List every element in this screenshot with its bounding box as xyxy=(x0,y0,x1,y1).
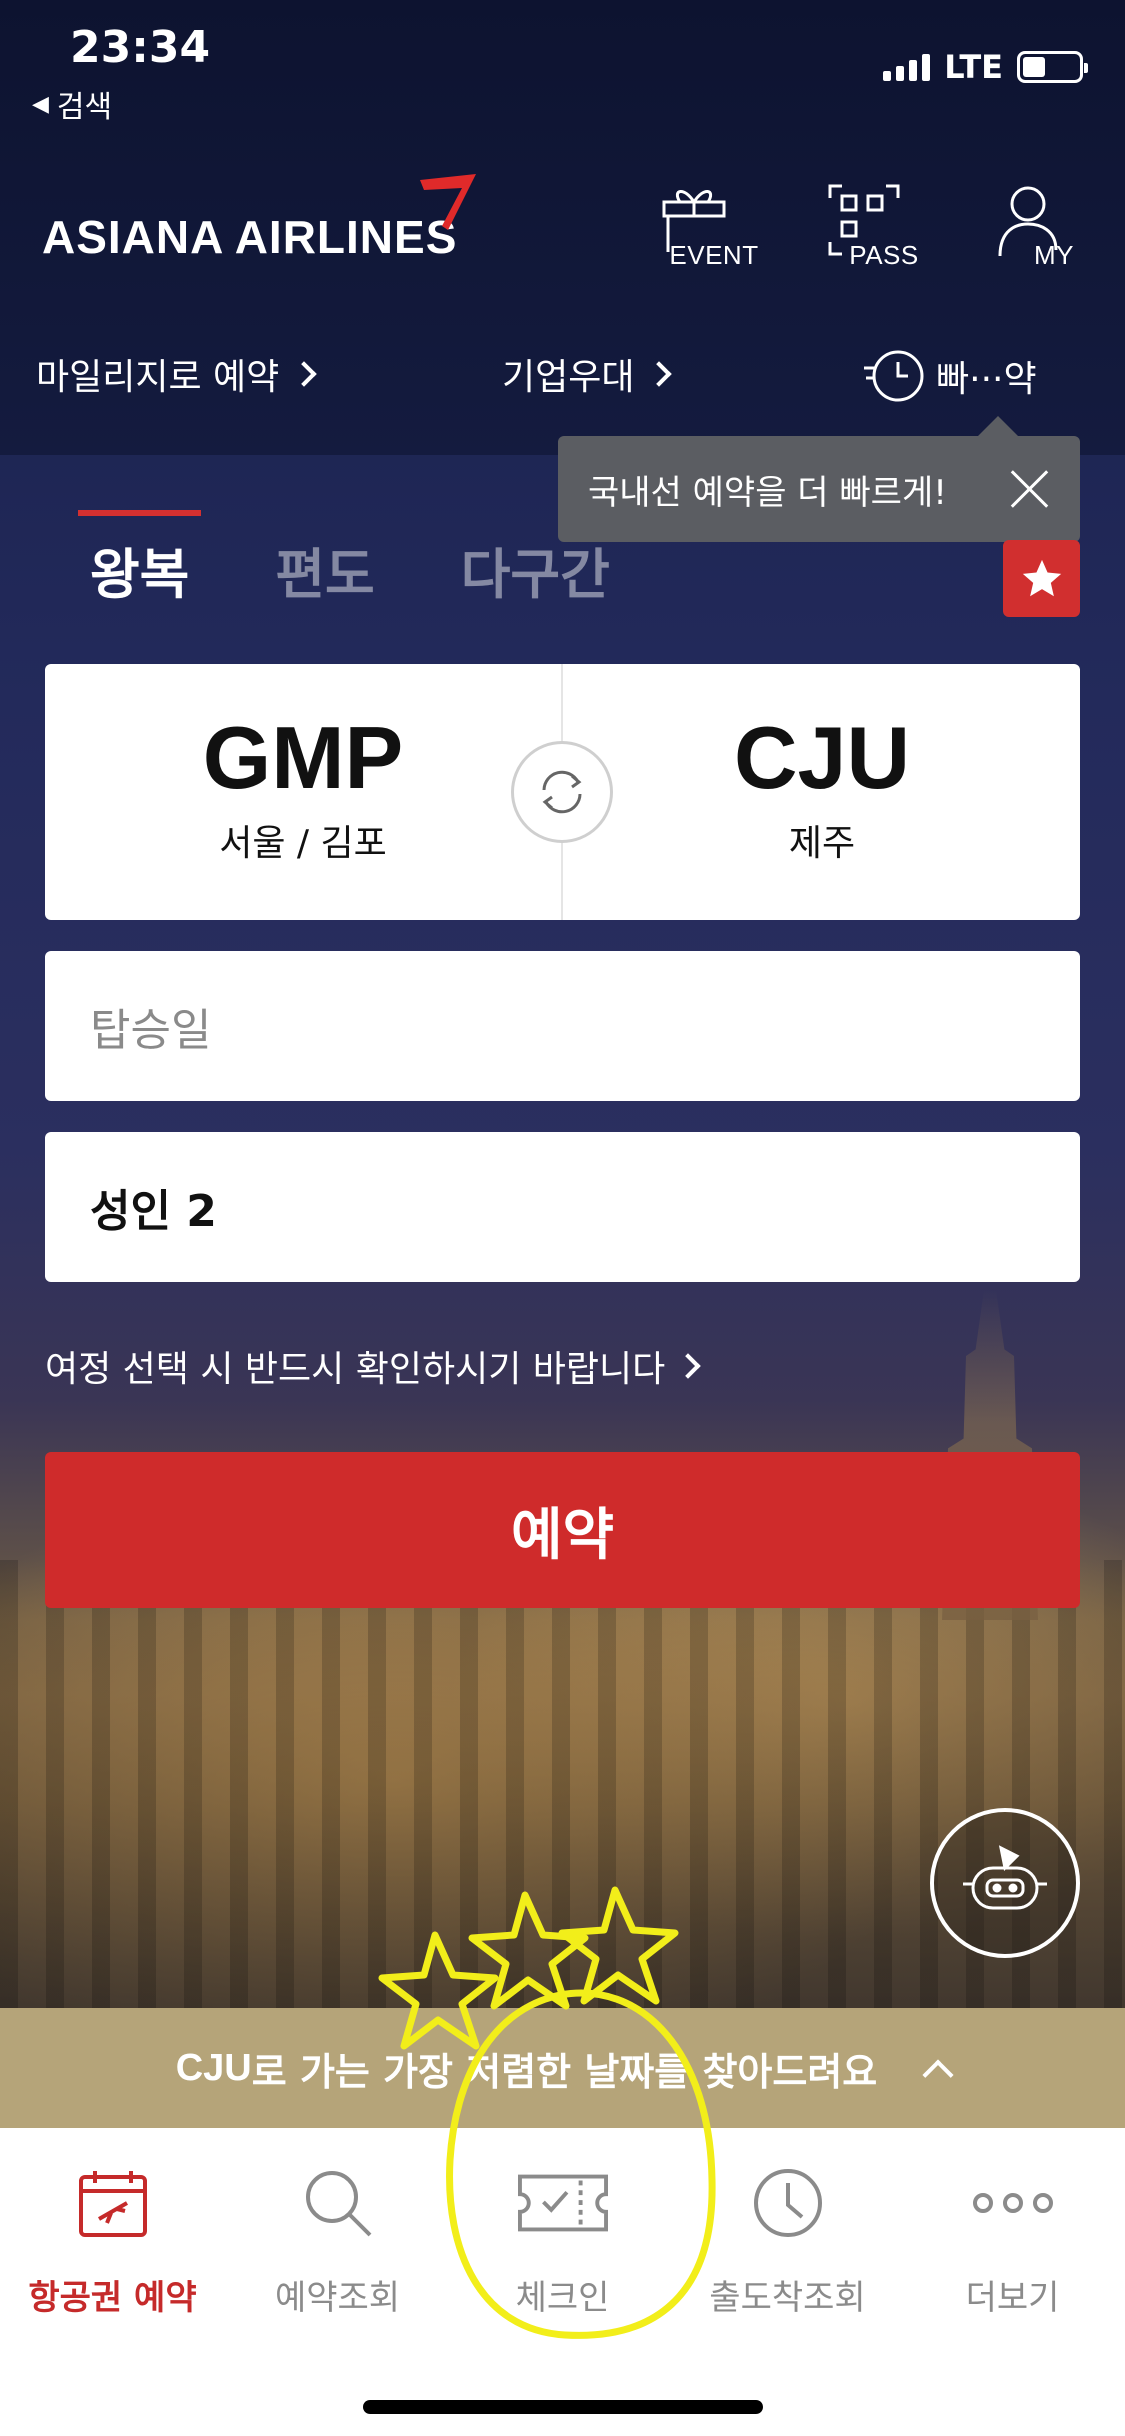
search-icon xyxy=(305,2171,371,2237)
bottom-tab-bar: 항공권 예약 예약조회 체크인 출도착조회 더보기 xyxy=(0,2128,1125,2436)
tooltip-text: 국내선 예약을 더 빠르게! xyxy=(588,472,947,513)
network-label: LTE xyxy=(944,48,1003,86)
tab-reservation-lookup[interactable]: 예약조회 xyxy=(225,2158,450,2319)
tab-more[interactable]: 더보기 xyxy=(900,2158,1125,2319)
chevron-right-icon xyxy=(291,361,318,387)
back-to-search[interactable]: ◀ 검색 xyxy=(32,82,112,126)
destination-name: 제주 xyxy=(788,823,856,864)
status-indicators: LTE xyxy=(883,48,1088,86)
calendar-plane-icon xyxy=(78,2171,147,2237)
star-icon xyxy=(1022,559,1061,596)
back-triangle-icon: ◀ xyxy=(32,91,49,117)
tab-label: 더보기 xyxy=(965,2278,1060,2318)
origin-airport[interactable]: GMP 서울 / 김포 xyxy=(45,714,561,866)
tab-one-way[interactable]: 편도 xyxy=(275,510,374,609)
cheapest-text: 로 가는 가장 저렴한 날짜를 찾아드려요 xyxy=(251,2049,878,2094)
tab-label: 항공권 예약 xyxy=(28,2278,197,2318)
itinerary-notice-link[interactable]: 여정 선택 시 반드시 확인하시기 바랍니다 xyxy=(45,1340,701,1392)
destination-code: CJU xyxy=(733,708,911,807)
route-selector: GMP 서울 / 김포 CJU 제주 xyxy=(45,664,1080,920)
mileage-booking-label: 마일리지로 예약 xyxy=(36,357,280,398)
battery-icon xyxy=(1017,51,1088,83)
logo-swoosh-icon xyxy=(420,174,476,230)
tab-check-in[interactable]: 체크인 xyxy=(450,2158,675,2319)
tab-label: 예약조회 xyxy=(274,2278,401,2318)
chevron-right-icon xyxy=(646,361,673,387)
status-time: 23:34 xyxy=(70,22,211,73)
asiana-logo[interactable]: ASIANA AIRLINES xyxy=(42,210,457,264)
robot-icon xyxy=(963,1845,1047,1910)
mileage-booking-link[interactable]: 마일리지로 예약 xyxy=(36,348,318,400)
chevron-right-icon xyxy=(675,1353,701,1379)
book-button[interactable]: 예약 xyxy=(45,1452,1080,1608)
swap-airports-button[interactable] xyxy=(511,741,613,843)
corporate-label: 기업우대 xyxy=(502,357,635,398)
clock-icon xyxy=(753,2169,822,2237)
corporate-link[interactable]: 기업우대 xyxy=(502,348,673,400)
ticket-check-icon xyxy=(517,2174,608,2232)
chatbot-button[interactable] xyxy=(930,1808,1080,1958)
tab-arrival-departure[interactable]: 출도착조회 xyxy=(675,2158,900,2319)
origin-code: GMP xyxy=(202,708,404,807)
back-label: 검색 xyxy=(56,90,113,125)
tab-round-trip[interactable]: 왕복 xyxy=(77,510,202,609)
my-button[interactable]: MY xyxy=(979,180,1089,271)
tab-multi-city[interactable]: 다구간 xyxy=(461,510,610,609)
home-indicator xyxy=(363,2400,763,2414)
notice-text: 여정 선택 시 반드시 확인하시기 바랍니다 xyxy=(45,1349,666,1390)
passengers-field[interactable]: 성인 2 xyxy=(45,1132,1080,1282)
background-buildings xyxy=(0,1560,1125,2010)
pass-button[interactable]: PASS xyxy=(809,180,919,271)
quick-clock-icon xyxy=(864,350,924,402)
origin-name: 서울 / 김포 xyxy=(219,823,387,864)
sub-navigation: 마일리지로 예약 기업우대 빠···약 xyxy=(0,348,1125,402)
cheapest-date-bar[interactable]: CJU 로 가는 가장 저렴한 날짜를 찾아드려요 xyxy=(0,2008,1125,2128)
cheapest-code: CJU xyxy=(175,2046,252,2089)
more-icon xyxy=(972,2193,1053,2213)
quick-booking-link[interactable]: 빠···약 xyxy=(862,348,1037,404)
event-button[interactable]: EVENT xyxy=(639,180,758,271)
swap-icon xyxy=(542,770,582,814)
trip-type-tabs: 왕복 편도 다구간 xyxy=(77,510,610,609)
favorite-button[interactable] xyxy=(1003,540,1080,617)
chevron-up-icon xyxy=(922,2059,954,2091)
quick-booking-tooltip: 국내선 예약을 더 빠르게! xyxy=(558,416,1080,542)
signal-icon xyxy=(883,53,931,81)
quick-booking-label: 빠···약 xyxy=(936,359,1037,400)
destination-airport[interactable]: CJU 제주 xyxy=(564,714,1080,866)
departure-date-field[interactable]: 탑승일 xyxy=(45,951,1080,1101)
tab-label: 체크인 xyxy=(515,2278,610,2318)
tab-label: 출도착조회 xyxy=(709,2278,866,2318)
tab-flight-booking[interactable]: 항공권 예약 xyxy=(0,2158,225,2319)
close-icon[interactable] xyxy=(1008,468,1050,510)
